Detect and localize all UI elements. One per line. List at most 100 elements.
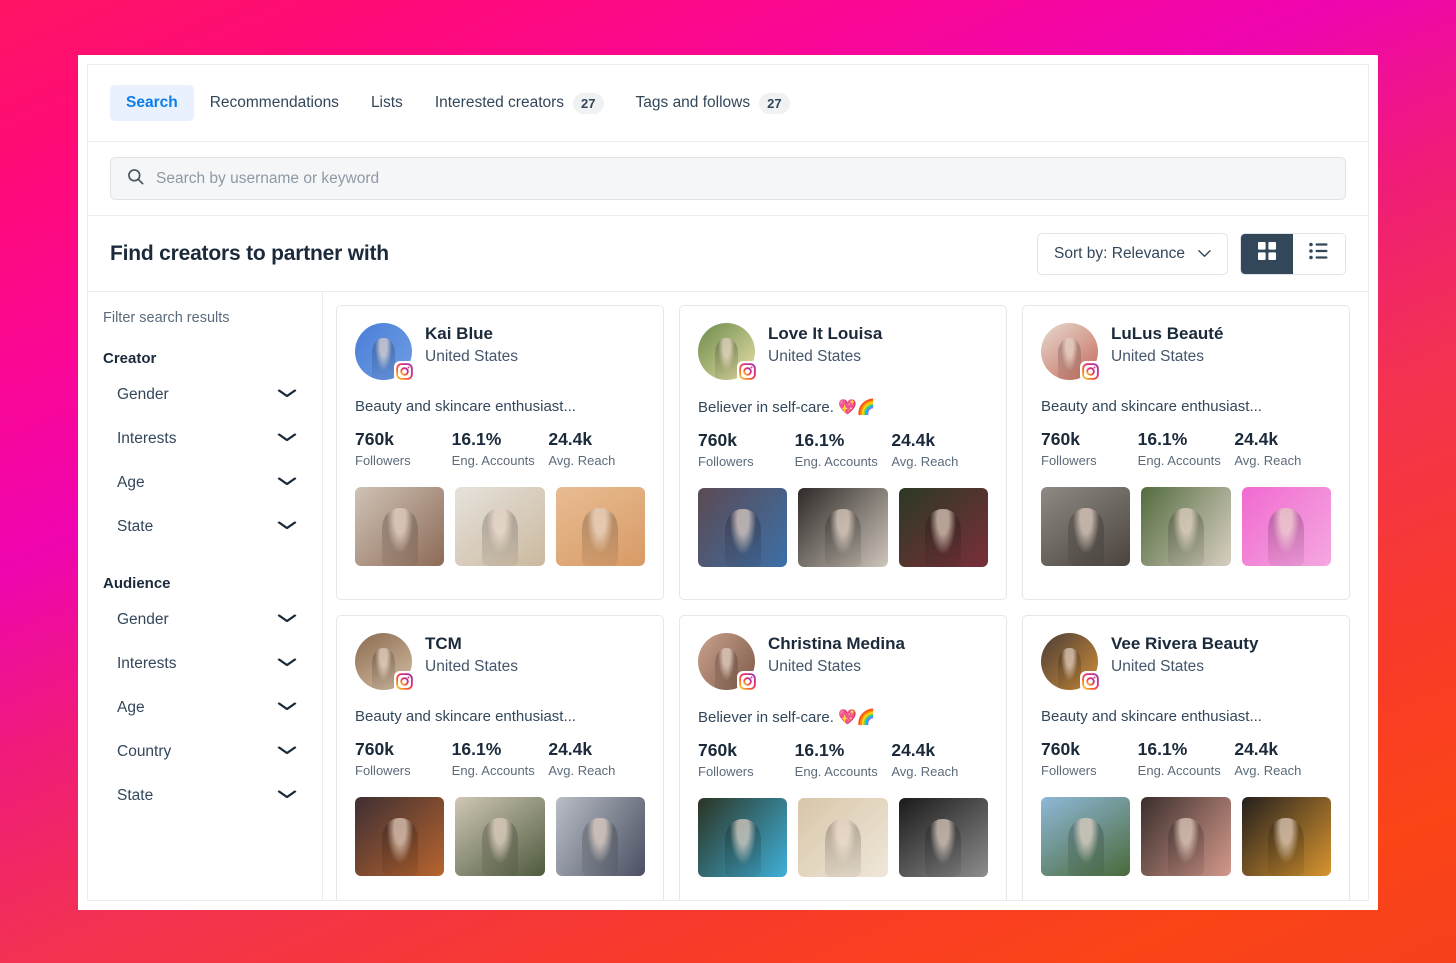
creator-thumbnails [355,797,645,876]
grid-view-button[interactable] [1241,233,1293,274]
creator-bio: Believer in self-care. 💖🌈 [698,399,876,416]
thumbnail-image[interactable] [698,488,788,567]
creator-card[interactable]: Kai Blue United States Beauty and skincare… [336,305,664,600]
stat-label: Followers [698,764,754,779]
stat-label: Eng. Accounts [451,763,535,778]
tab-label: Interested creators [434,94,565,111]
creator-card[interactable]: Love It Louisa United States Believer in s… [679,305,1007,600]
stat-value: 16.1% [1137,429,1188,449]
photo-subject [1268,817,1305,876]
thumbnail-image[interactable] [798,488,888,567]
creator-header: TCM United States [355,633,645,692]
creator-thumbnails [698,798,988,877]
header-controls: Sort by: Relevance [1037,232,1346,275]
photo-subject [1268,507,1305,566]
creator-header: Vee Rivera Beauty United States [1041,633,1331,692]
photo-subject [825,818,861,877]
chevron-down-icon [277,746,297,759]
stat-label: Avg. Reach [548,763,616,778]
content-body: Filter search results Creator Gender Intere… [88,291,1368,900]
filter-row-audience-country[interactable]: Country [101,730,300,774]
stat-label: Eng. Accounts [1137,763,1221,778]
filter-label: Country [117,743,172,760]
creator-stats: 760k Followers 16.1% Eng. Accounts 24.4k Avg.… [1041,429,1331,468]
tab-count-badge: 27 [573,92,604,114]
thumbnail-image[interactable] [1241,487,1331,566]
stat-label: Eng. Accounts [794,454,878,469]
creator-name: Kai Blue [425,324,494,343]
filter-row-creator-age[interactable]: Age [101,461,300,505]
thumbnail-image[interactable] [555,797,645,876]
thumbnail-image[interactable] [1241,797,1331,876]
creator-name: Christina Medina [768,634,905,653]
stat-engagement: 16.1% Eng. Accounts [1138,429,1235,468]
thumbnail-image[interactable] [555,487,645,566]
creator-name: LuLus Beauté [1111,324,1224,343]
chevron-down-icon [277,477,297,490]
stat-label: Followers [355,453,411,468]
thumbnail-image[interactable] [1041,797,1131,876]
photo-subject [482,817,518,876]
creator-card[interactable]: Christina Medina United States Believer in… [679,615,1007,900]
thumbnail-image[interactable] [455,797,545,876]
photo-subject [724,818,761,877]
filter-row-creator-interests[interactable]: Interests [101,417,300,461]
tab-interested-creators[interactable]: Interested creators 27 [419,84,620,123]
tab-tags-and-follows[interactable]: Tags and follows 27 [620,84,806,123]
creator-stats: 760k Followers 16.1% Eng. Accounts 24.4k Avg.… [355,429,645,468]
stat-followers: 760k Followers [1041,739,1138,778]
stat-engagement: 16.1% Eng. Accounts [1138,739,1235,778]
creator-card[interactable]: LuLus Beauté United States Beauty and skin… [1022,305,1350,600]
instagram-badge-icon [394,671,415,692]
filter-row-audience-interests[interactable]: Interests [101,642,300,686]
avatar-wrapper [1041,633,1101,692]
thumbnail-image[interactable] [355,797,445,876]
creator-location: United States [768,658,862,676]
thumbnail-image[interactable] [1041,487,1131,566]
photo-subject [1058,647,1081,690]
stat-value: 760k [698,430,737,450]
thumbnail-image[interactable] [1141,487,1231,566]
tab-label: Tags and follows [635,94,751,111]
creator-card[interactable]: Vee Rivera Beauty United States Beauty and… [1022,615,1350,900]
stat-followers: 760k Followers [355,739,452,778]
tab-search[interactable]: Search [110,85,194,121]
filter-group-spacer [101,549,300,575]
thumbnail-image[interactable] [898,798,988,877]
photo-subject [1067,817,1104,876]
photo-subject [724,508,761,567]
avatar-wrapper [698,633,758,692]
thumbnail-image[interactable] [1141,797,1231,876]
thumbnail-image[interactable] [455,487,545,566]
list-view-button[interactable] [1293,233,1345,274]
creator-thumbnails [1041,797,1331,876]
stat-value: 24.4k [891,740,936,760]
photo-subject [482,507,518,566]
stat-value: 760k [1041,739,1080,759]
thumbnail-image[interactable] [355,487,445,566]
search-input[interactable]: Search by username or keyword [110,157,1346,200]
filter-row-creator-gender[interactable]: Gender [101,373,300,417]
creator-card[interactable]: TCM United States Beauty and skincare enth… [336,615,664,900]
creator-identity: Kai Blue United States [425,323,518,366]
photo-subject [381,507,418,566]
filter-label: Gender [117,611,169,628]
filter-row-audience-age[interactable]: Age [101,686,300,730]
stat-label: Eng. Accounts [451,453,535,468]
thumbnail-image[interactable] [698,798,788,877]
filter-row-creator-state[interactable]: State [101,505,300,549]
thumbnail-image[interactable] [898,488,988,567]
stat-value: 760k [355,739,394,759]
sort-by-dropdown[interactable]: Sort by: Relevance [1037,232,1228,275]
tab-recommendations[interactable]: Recommendations [194,85,355,121]
tab-label: Search [126,94,178,111]
creator-results-grid: Kai Blue United States Beauty and skincare… [323,291,1368,900]
creator-identity: TCM United States [425,633,518,676]
filter-row-audience-state[interactable]: State [101,774,300,818]
tab-lists[interactable]: Lists [355,85,419,121]
chevron-down-icon [277,614,297,627]
thumbnail-image[interactable] [798,798,888,877]
stat-label: Followers [355,763,411,778]
filter-row-audience-gender[interactable]: Gender [101,598,300,642]
stat-followers: 760k Followers [698,430,795,469]
